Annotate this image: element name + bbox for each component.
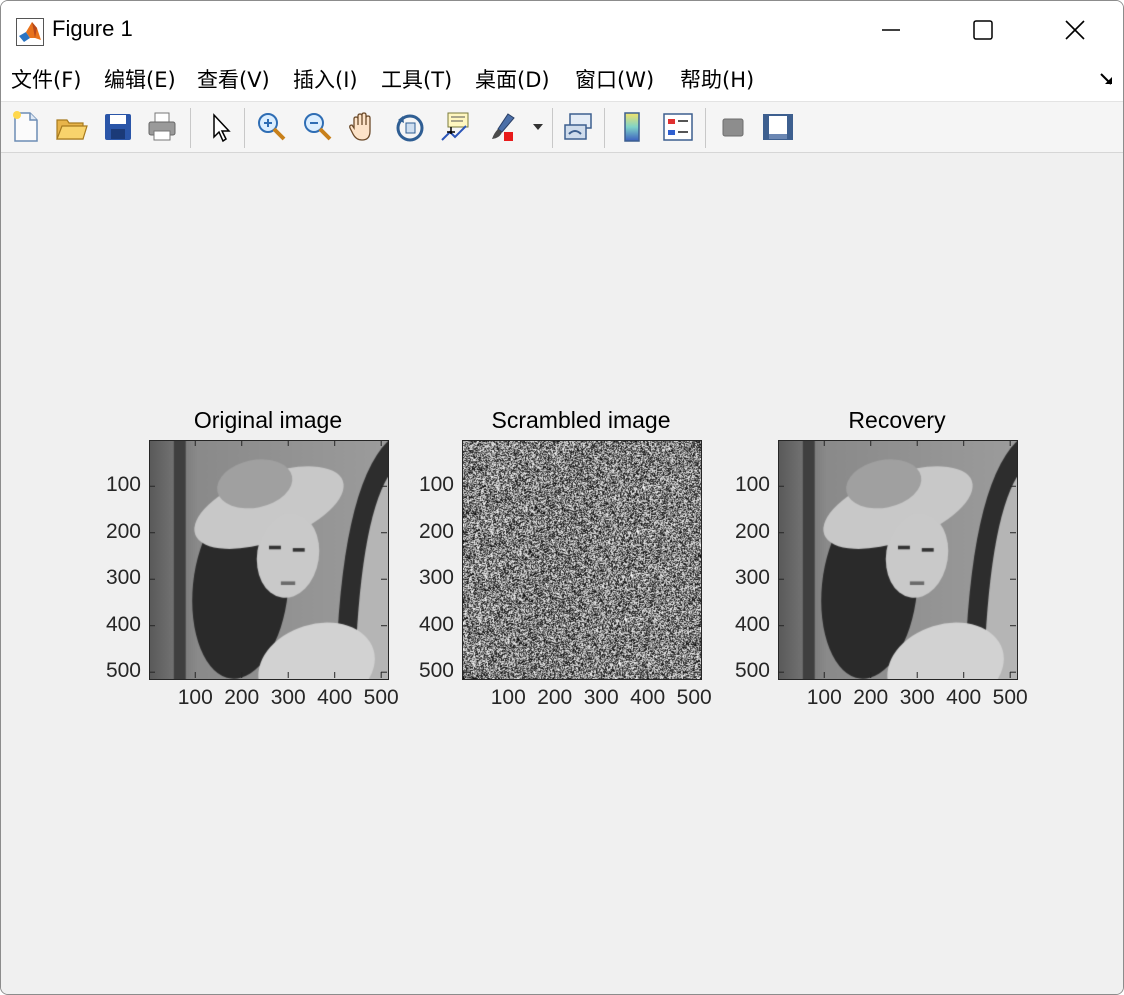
toolbar-separator [552,108,553,148]
insert-legend-button[interactable] [659,107,697,147]
dock-figure-icon[interactable] [1099,71,1115,87]
y-tick-label: 300 [105,566,141,590]
show-plot-tools-button[interactable] [759,107,797,147]
menu-desktop[interactable]: 桌面(D) [475,64,550,94]
menu-bar: 文件(F) 编辑(E) 查看(V) 插入(I) 工具(T) 桌面(D) 窗口(W… [1,59,1123,102]
matlab-icon [16,18,44,46]
x-tick-label: 200 [224,686,260,709]
open-file-icon [56,119,88,140]
x-tick-label: 100 [806,686,842,709]
brush-button[interactable] [484,107,522,147]
colorbar-icon [624,112,640,142]
link-plot-icon [564,113,592,140]
new-figure-button[interactable] [7,107,45,147]
toolbar-separator [244,108,245,148]
x-tick-label: 400 [630,686,666,709]
y-tick-label: 100 [105,473,141,497]
menu-window[interactable]: 窗口(W) [575,64,654,94]
close-icon [1065,20,1085,40]
hide-plot-tools-icon [722,118,744,137]
figure-toolbar [1,102,1123,153]
zoom-out-button[interactable] [298,107,336,147]
y-tick-label: 300 [734,566,770,590]
figure-canvas[interactable]: Original image 100 200 300 400 500 100 200 300 40… [1,153,1123,994]
toolbar-separator [705,108,706,148]
legend-icon [663,113,693,141]
menu-tools[interactable]: 工具(T) [381,64,452,94]
y-tick-label: 100 [418,473,454,497]
edit-plot-button[interactable] [201,107,239,147]
x-tick-label: 100 [490,686,526,709]
rotate-3d-button[interactable] [391,107,429,147]
minimize-icon [882,29,900,31]
y-tick-label: 400 [734,612,770,636]
zoom-in-button[interactable] [252,107,290,147]
brush-icon [492,113,515,141]
x-tick-label: 300 [583,686,619,709]
brush-dropdown-button[interactable] [528,107,548,147]
toolbar-separator [604,108,605,148]
maximize-icon [973,20,993,40]
zoom-out-icon [304,113,332,141]
menu-view[interactable]: 查看(V) [197,64,270,94]
menu-help[interactable]: 帮助(H) [680,64,754,94]
y-tick-label: 400 [105,612,141,636]
y-tick-label: 100 [734,473,770,497]
hide-plot-tools-button[interactable] [714,107,752,147]
pan-button[interactable] [344,107,382,147]
x-tick-label: 200 [853,686,889,709]
rotate-3d-icon [396,114,424,142]
save-figure-button[interactable] [99,107,137,147]
chevron-down-icon [533,124,543,130]
y-tick-label: 500 [734,659,770,683]
x-tick-label: 500 [676,686,712,709]
zoom-in-icon [258,113,286,141]
x-tick-label: 200 [537,686,573,709]
maximize-button[interactable] [937,1,1029,59]
menu-file[interactable]: 文件(F) [11,64,81,94]
title-bar[interactable]: Figure 1 [1,1,1123,59]
insert-colorbar-button[interactable] [613,107,651,147]
x-tick-label: 300 [270,686,306,709]
menu-edit[interactable]: 编辑(E) [104,64,176,94]
x-tick-label: 500 [992,686,1028,709]
pan-icon [349,112,371,141]
y-tick-label: 500 [105,659,141,683]
edit-plot-icon [213,113,231,143]
y-tick-label: 200 [734,519,770,543]
new-figure-icon [13,111,38,142]
y-tick-label: 400 [418,612,454,636]
x-tick-label: 300 [899,686,935,709]
print-figure-icon [148,112,176,141]
x-tick-label: 100 [177,686,213,709]
show-plot-tools-icon [763,114,793,140]
y-tick-label: 200 [418,519,454,543]
data-cursor-icon [441,112,469,141]
y-tick-label: 500 [418,659,454,683]
window-title: Figure 1 [52,16,133,41]
open-file-button[interactable] [52,107,90,147]
tick-marks [149,440,387,678]
link-plot-button[interactable] [559,107,597,147]
close-button[interactable] [1029,1,1121,59]
x-tick-label: 400 [946,686,982,709]
tick-marks [462,440,700,678]
toolbar-separator [190,108,191,148]
figure-window: Figure 1 文件(F) 编辑(E) 查看(V) 插入(I) 工具(T) 桌… [0,0,1124,995]
x-tick-label: 500 [363,686,399,709]
y-tick-label: 300 [418,566,454,590]
print-figure-button[interactable] [144,107,182,147]
tick-marks [778,440,1016,678]
minimize-button[interactable] [845,1,937,59]
save-figure-icon [105,114,131,140]
y-tick-label: 200 [105,519,141,543]
data-cursor-button[interactable] [437,107,475,147]
x-tick-label: 400 [317,686,353,709]
menu-insert[interactable]: 插入(I) [293,64,358,94]
